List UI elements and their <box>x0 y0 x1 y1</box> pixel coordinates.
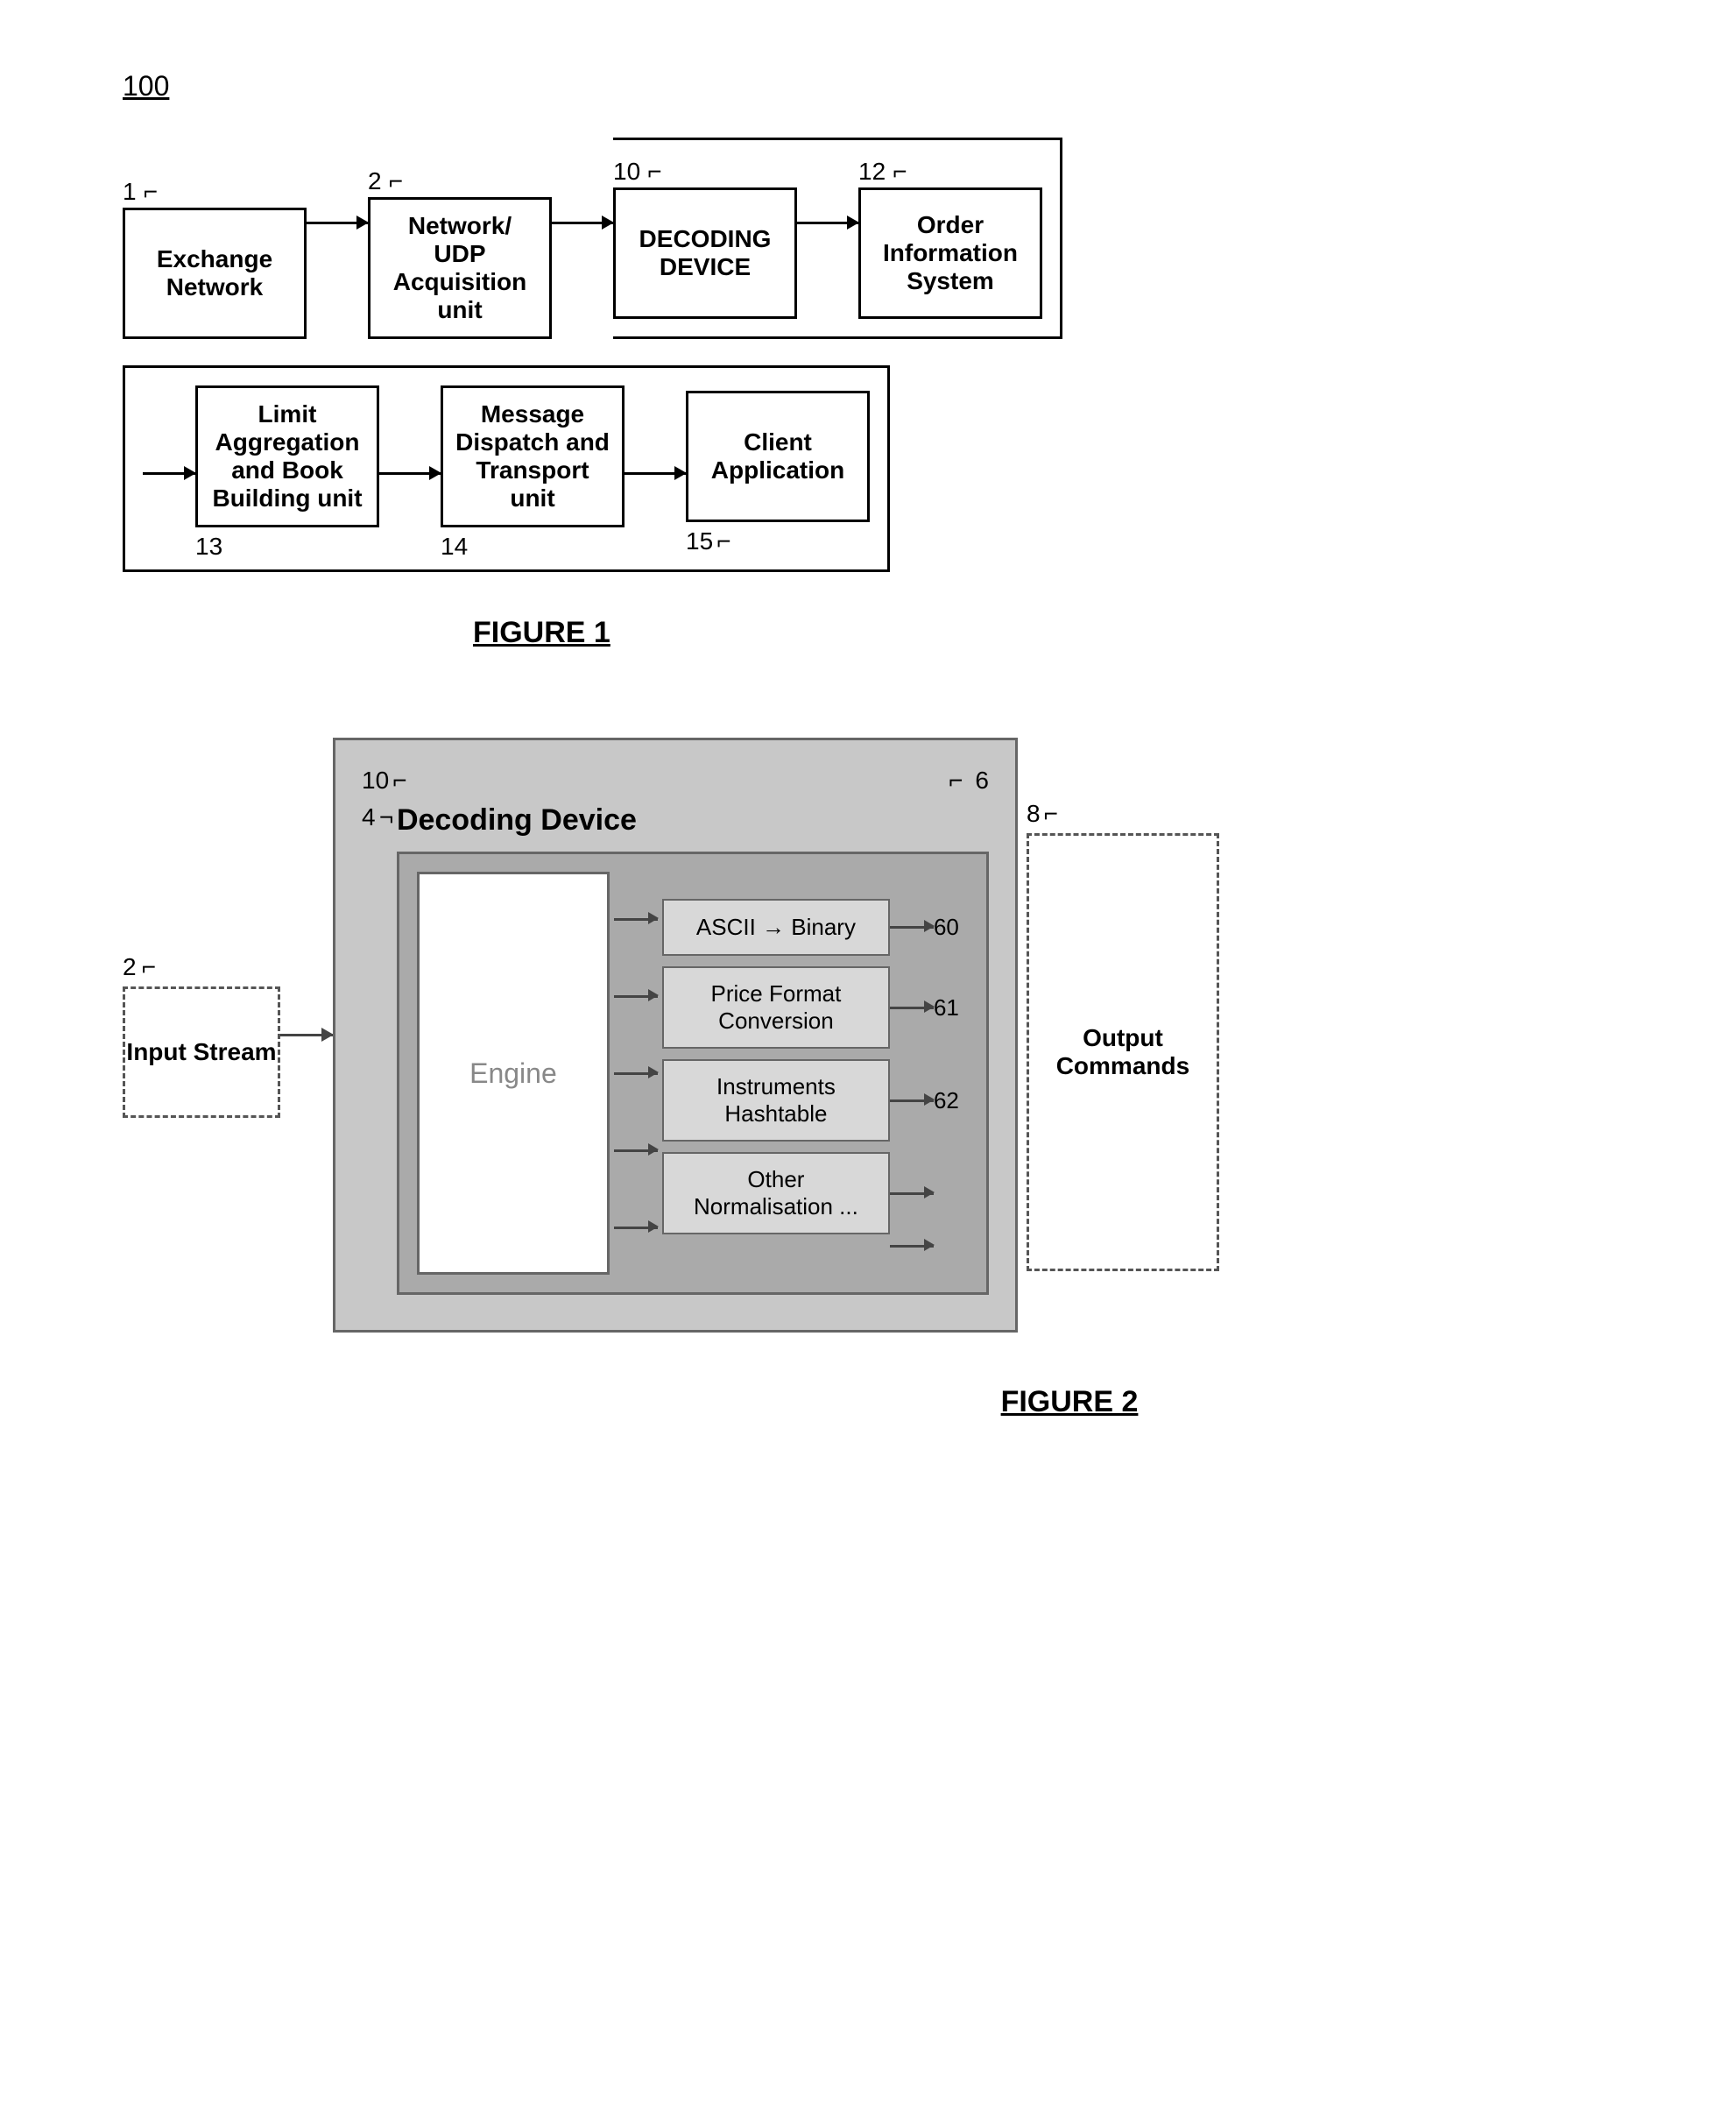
arrow-1-2 <box>307 222 368 224</box>
arrow-into-13 <box>143 472 195 475</box>
node10-num: 10 <box>613 158 640 186</box>
node-13: Limit Aggregation and Book Building unit… <box>195 385 379 561</box>
label-4: 4 <box>362 803 376 831</box>
output-commands-area: 8 ⌐ Output Commands <box>1018 800 1219 1271</box>
node-10: 10 ⌐ DECODING DEVICE <box>613 158 797 319</box>
module4-label: Other Normalisation ... <box>694 1166 858 1220</box>
module3-out-num: 62 <box>934 1087 969 1114</box>
node14-box: Message Dispatch and Transport unit <box>441 385 625 527</box>
module-row-2: Price Format Conversion 61 <box>662 966 969 1049</box>
node1-label: Exchange Network <box>157 245 272 301</box>
node15-label: Client Application <box>711 428 844 484</box>
node2-num: 2 <box>368 167 382 195</box>
node-12: 12 ⌐ Order Information System <box>858 158 1042 319</box>
module2-out-num: 61 <box>934 994 969 1022</box>
system-label: 100 <box>123 70 169 103</box>
node2-label: Network/ UDP Acquisition unit <box>393 212 526 324</box>
arrow-input-decode <box>280 1034 333 1036</box>
node-14: Message Dispatch and Transport unit 14 <box>441 385 625 561</box>
node12-num: 12 <box>858 158 886 186</box>
figure1-section: 100 1 ⌐ Exchange Network 2 ⌐ Network/ UD… <box>123 70 1666 650</box>
node13-box: Limit Aggregation and Book Building unit <box>195 385 379 527</box>
node12-label: Order Information System <box>883 211 1018 295</box>
module-2-box: Price Format Conversion <box>662 966 890 1049</box>
node2-box: Network/ UDP Acquisition unit <box>368 197 552 339</box>
figure2-caption: FIGURE 2 <box>473 1385 1666 1419</box>
modules-column: ASCII → Binary 60 Price Format Co <box>662 872 969 1275</box>
node-2: 2 ⌐ Network/ UDP Acquisition unit <box>368 167 552 339</box>
node12-box: Order Information System <box>858 187 1042 319</box>
module-row-4: Other Normalisation ... <box>662 1152 969 1234</box>
node14-num: 14 <box>441 533 625 561</box>
module-3-box: Instruments Hashtable <box>662 1059 890 1142</box>
node13-num: 13 <box>195 533 379 561</box>
node13-label: Limit Aggregation and Book Building unit <box>212 400 362 513</box>
decoding-device-title: Decoding Device <box>397 803 989 838</box>
node15-box: Client Application <box>686 391 870 522</box>
module-row-1: ASCII → Binary 60 <box>662 899 969 956</box>
output-commands-box: Output Commands <box>1027 833 1219 1271</box>
arrow-13-14 <box>379 472 441 475</box>
label-6: 6 <box>975 767 989 795</box>
module1-label: ASCII → Binary <box>696 914 856 941</box>
module-row-3: Instruments Hashtable 62 <box>662 1059 969 1142</box>
input-stream-box: Input Stream <box>123 986 280 1118</box>
decoding-device-box: 10 ⌐ ⌐ 6 4 ⌐ Decoding Device <box>333 738 1018 1333</box>
node10-label: DECODING DEVICE <box>639 225 772 281</box>
node10-box: DECODING DEVICE <box>613 187 797 319</box>
module-1-box: ASCII → Binary <box>662 899 890 956</box>
output-commands-label: Output Commands <box>1029 1024 1217 1080</box>
label-8: 8 <box>1027 800 1041 828</box>
node1-num: 1 <box>123 178 137 206</box>
label-10: 10 <box>362 767 389 795</box>
engine-to-modules-arrows <box>610 872 662 1275</box>
module3-label: Instruments Hashtable <box>716 1073 836 1128</box>
node15-num: 15 <box>686 527 713 555</box>
label-2: 2 <box>123 953 137 981</box>
arrow-10-12 <box>797 222 858 224</box>
figure2-section: 2 ⌐ Input Stream 10 ⌐ ⌐ 6 <box>123 738 1666 1419</box>
figure1-caption: FIGURE 1 <box>473 616 1666 650</box>
node14-label: Message Dispatch and Transport unit <box>455 400 610 513</box>
node-1: 1 ⌐ Exchange Network <box>123 178 307 339</box>
input-stream-label: Input Stream <box>126 1038 276 1066</box>
arrow-2-10 <box>552 222 613 224</box>
node1-box: Exchange Network <box>123 208 307 339</box>
module-4-box: Other Normalisation ... <box>662 1152 890 1234</box>
arrow-14-15 <box>625 472 686 475</box>
input-stream-area: 2 ⌐ Input Stream <box>123 953 280 1118</box>
node-15: Client Application 15 ⌐ <box>686 391 870 555</box>
engine-box: Engine <box>417 872 610 1275</box>
module1-out-num: 60 <box>934 914 969 941</box>
extra-bottom-arrow <box>662 1245 969 1248</box>
engine-label: Engine <box>469 1057 557 1090</box>
fig2-main-layout: 2 ⌐ Input Stream 10 ⌐ ⌐ 6 <box>123 738 1666 1333</box>
module2-label: Price Format Conversion <box>711 980 842 1035</box>
